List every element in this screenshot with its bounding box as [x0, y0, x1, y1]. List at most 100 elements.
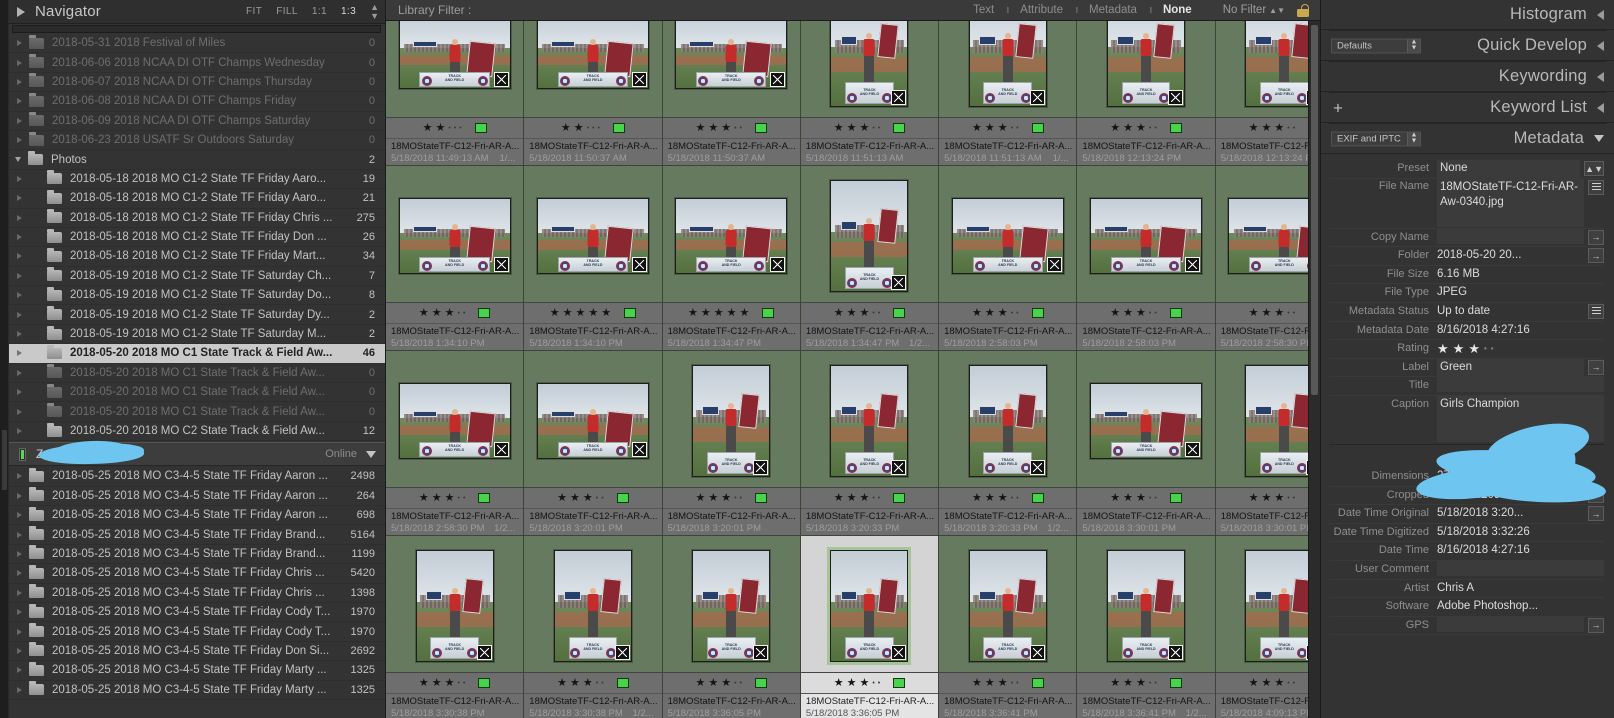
disclosure-closed-icon[interactable] [17, 292, 22, 299]
star-filled-icon[interactable]: ★ [708, 122, 718, 134]
thumbnail-image-area[interactable]: TRACK AND FIELD [939, 21, 1076, 117]
metadata-field-value[interactable] [1437, 616, 1584, 632]
disclosure-closed-icon[interactable] [17, 369, 22, 376]
photo-thumbnail[interactable]: TRACK AND FIELD [951, 198, 1064, 274]
star-filled-icon[interactable]: ★ [972, 492, 982, 504]
star-filled-icon[interactable]: ★ [1249, 492, 1259, 504]
disclosure-closed-icon[interactable] [17, 609, 22, 616]
thumbnail-cell[interactable]: TRACKAND FIELD★★★••18MOStateTF-C12-Fri-A… [1215, 166, 1308, 351]
star-empty-icon[interactable]: • [872, 680, 874, 687]
disclosure-closed-icon[interactable] [17, 589, 22, 596]
star-empty-icon[interactable]: • [1016, 495, 1018, 502]
folder-tree-item[interactable]: 2018-05-25 2018 MO C3-4-5 State TF Frida… [9, 467, 385, 487]
add-keyword-plus-icon[interactable]: + [1333, 99, 1343, 116]
thumbnail-image-area[interactable]: TRACK AND FIELD [1216, 351, 1308, 487]
metadata-field-value[interactable]: Adobe Photoshop... [1437, 598, 1604, 616]
star-filled-icon[interactable]: ★ [432, 677, 442, 689]
star-empty-icon[interactable]: • [1154, 680, 1156, 687]
thumbnail-cell[interactable]: TRACKAND FIELD★★★••18MOStateTF-C12-Fri-A… [386, 166, 525, 351]
rating-star-empty-icon[interactable]: • [1491, 340, 1494, 358]
metadata-list-icon[interactable] [1588, 303, 1604, 319]
thumbnail-rating-bar[interactable]: ★ ★ ★ • • [662, 672, 800, 693]
metadata-row[interactable]: Folder 2018-05-20 20... → [1329, 247, 1604, 266]
star-empty-icon[interactable]: • [592, 125, 594, 132]
thumbnail-image-area[interactable]: TRACK AND FIELD [801, 536, 938, 672]
folder-tree-item[interactable]: 2018-05-18 2018 MO C1-2 State TF Friday … [9, 189, 385, 209]
color-label-chip[interactable] [1169, 308, 1182, 318]
thumbnail-rating-bar[interactable]: ★ ★ ★ • • [800, 672, 939, 693]
thumbnail-grid-scroll-area[interactable]: TRACK AND FIELD ★ ★ • • • 18MOStateTF-C12-Fri-A… [386, 21, 1308, 718]
disclosure-closed-icon[interactable] [17, 512, 22, 519]
disclosure-closed-icon[interactable] [17, 389, 22, 396]
library-filter-bar[interactable]: Library Filter : Text Attribute Metadata… [386, 0, 1320, 21]
metadata-row[interactable]: File Size 6.16 MB [1329, 266, 1604, 285]
thumbnail-rating-bar[interactable]: ★ ★ ★ • • [662, 117, 800, 138]
metadata-goto-icon[interactable]: → [1588, 506, 1604, 522]
thumbnail-image-area[interactable]: TRACK AND FIELD [1216, 21, 1308, 117]
thumbnail-image-area[interactable]: TRACK AND FIELD [1077, 351, 1214, 487]
folder-tree-item[interactable]: 2018-05-25 2018 MO C3-4-5 State TF Frida… [9, 487, 385, 506]
star-filled-icon[interactable]: ★ [561, 122, 571, 134]
star-empty-icon[interactable]: • [1287, 125, 1289, 132]
thumbnail-image-area[interactable]: TRACK AND FIELD [524, 536, 661, 672]
star-filled-icon[interactable]: ★ [972, 122, 982, 134]
star-filled-icon[interactable]: ★ [859, 492, 869, 504]
color-label-chip[interactable] [1031, 678, 1044, 688]
develop-badge-icon[interactable] [631, 72, 647, 87]
photo-thumbnail[interactable]: TRACK AND FIELD [553, 550, 632, 662]
thumbnail-cell[interactable]: TRACKAND FIELD★★★••18MOStateTF-C12-Fri-A… [1077, 351, 1216, 536]
color-label-chip[interactable] [612, 123, 625, 133]
thumbnail-rating-bar[interactable]: ★ ★ ★ • • [939, 672, 1077, 693]
disclosure-closed-icon[interactable] [17, 350, 22, 357]
disclosure-closed-icon[interactable] [17, 667, 22, 674]
folder-tree-item[interactable]: 2018-05-25 2018 MO C3-4-5 State TF Frida… [9, 564, 385, 584]
disclosure-closed-icon[interactable] [17, 98, 22, 105]
disclosure-closed-icon[interactable] [17, 408, 22, 415]
photo-thumbnail[interactable]: TRACK AND FIELD [1107, 550, 1186, 662]
metadata-field-value[interactable]: 6.16 MB [1437, 266, 1604, 284]
star-empty-icon[interactable]: • [1149, 310, 1151, 317]
thumbnail-rating-bar[interactable]: ★ ★ ★ • • [1215, 302, 1308, 323]
star-filled-icon[interactable]: ★ [998, 307, 1008, 319]
star-filled-icon[interactable]: ★ [1249, 307, 1259, 319]
star-empty-icon[interactable]: • [1154, 495, 1156, 502]
disclosure-closed-icon[interactable] [17, 647, 22, 654]
thumbnail-cell[interactable]: TRACKAND FIELD★★★••18MOStateTF-C12-Fri-A… [662, 536, 801, 718]
metadata-title-value[interactable] [1437, 377, 1604, 393]
photo-thumbnail[interactable]: TRACK AND FIELD [830, 21, 909, 107]
thumbnail-rating-bar[interactable]: ★ ★ • • • [386, 117, 524, 138]
star-filled-icon[interactable]: ★ [847, 307, 857, 319]
star-empty-icon[interactable]: • [458, 680, 460, 687]
star-empty-icon[interactable]: • [872, 495, 874, 502]
star-empty-icon[interactable]: • [1016, 310, 1018, 317]
thumbnail-cell[interactable]: TRACKAND FIELD★★★••18MOStateTF-C12-Fri-A… [1077, 21, 1216, 166]
star-filled-icon[interactable]: ★ [1261, 492, 1271, 504]
star-filled-icon[interactable]: ★ [859, 677, 869, 689]
thumbnail-cell[interactable]: TRACKAND FIELD★★★••18MOStateTF-C12-Fri-A… [1215, 351, 1308, 536]
star-filled-icon[interactable]: ★ [834, 122, 844, 134]
star-filled-icon[interactable]: ★ [445, 677, 455, 689]
develop-badge-icon[interactable] [1185, 257, 1201, 272]
star-filled-icon[interactable]: ★ [740, 307, 750, 319]
thumbnail-image-area[interactable]: TRACK AND FIELD [801, 166, 938, 302]
thumbnail-rating-bar[interactable]: ★ ★ ★ • • [524, 487, 662, 508]
grid-vertical-scrollbar[interactable] [1308, 21, 1320, 718]
thumbnail-rating-bar[interactable]: ★ ★ ★ ★ ★ [662, 302, 800, 323]
folder-tree-item[interactable]: 2018-05-20 2018 MO C1 State Track & Fiel… [9, 402, 385, 422]
star-empty-icon[interactable]: • [872, 310, 874, 317]
metadata-preset-value[interactable]: None [1437, 160, 1581, 178]
star-filled-icon[interactable]: ★ [708, 492, 718, 504]
keywording-panel-header[interactable]: Keywording [1321, 62, 1614, 92]
develop-badge-icon[interactable] [631, 442, 647, 457]
metadata-field-value[interactable] [1437, 560, 1604, 576]
develop-badge-icon[interactable] [753, 460, 769, 475]
thumbnail-image-area[interactable]: TRACK AND FIELD [524, 166, 661, 302]
photo-thumbnail[interactable]: TRACK AND FIELD [1245, 550, 1308, 662]
thumbnail-rating-bar[interactable]: ★ ★ ★ • • [939, 487, 1077, 508]
thumbnail-image-area[interactable]: TRACK AND FIELD [1216, 166, 1308, 302]
photo-thumbnail[interactable]: TRACK AND FIELD [675, 198, 788, 274]
thumbnail-image-area[interactable]: TRACK AND FIELD [801, 351, 938, 487]
disclosure-closed-icon[interactable] [17, 311, 22, 318]
photo-thumbnail[interactable]: TRACK AND FIELD [830, 180, 909, 292]
folder-tree-item[interactable]: 2018-06-06 2018 NCAA DI OTF Champs Wedne… [9, 53, 385, 73]
